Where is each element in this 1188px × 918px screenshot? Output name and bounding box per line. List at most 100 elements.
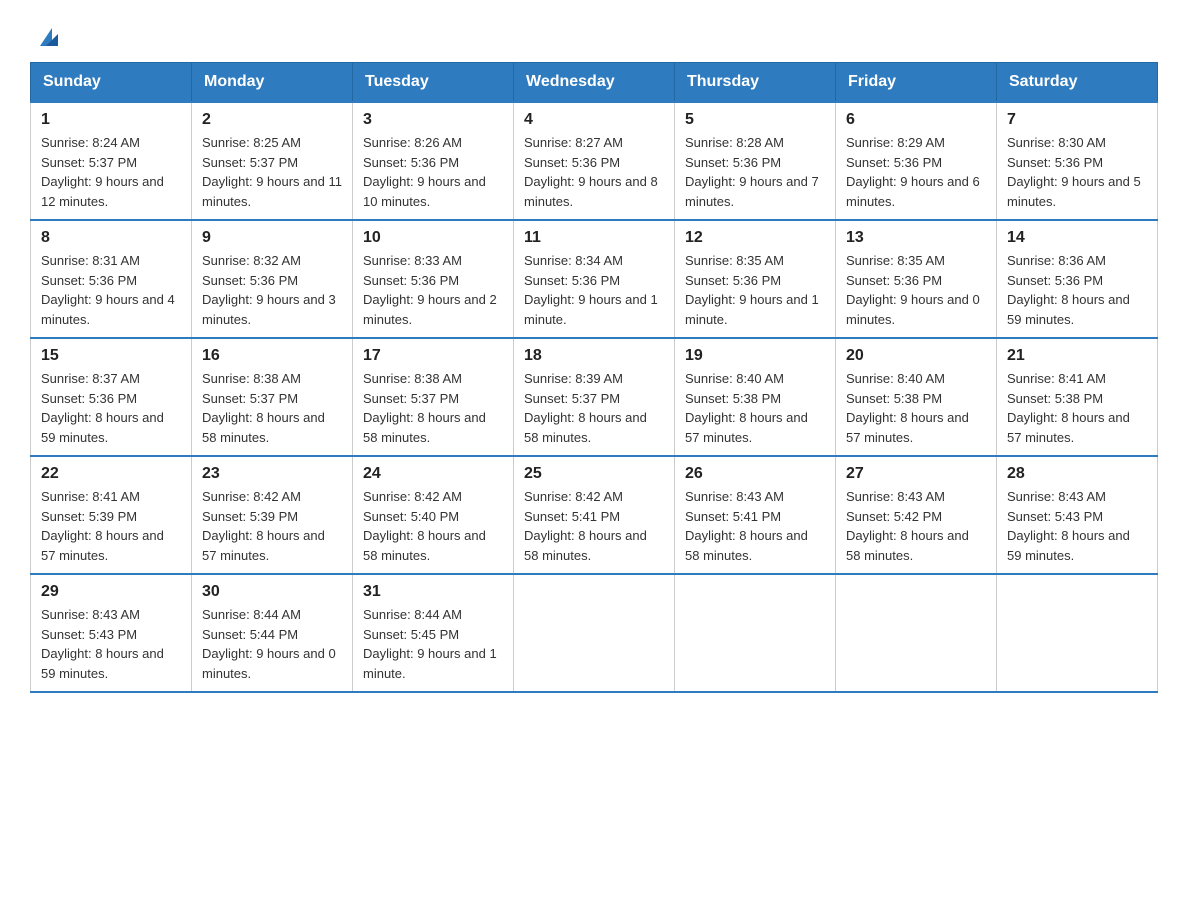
day-cell: 8 Sunrise: 8:31 AM Sunset: 5:36 PM Dayli… — [31, 220, 192, 338]
day-number: 22 — [41, 465, 181, 483]
sunset-label: Sunset: 5:38 PM — [1007, 391, 1103, 406]
day-info: Sunrise: 8:42 AM Sunset: 5:41 PM Dayligh… — [524, 487, 664, 565]
sunset-label: Sunset: 5:36 PM — [524, 273, 620, 288]
day-number: 24 — [363, 465, 503, 483]
day-number: 25 — [524, 465, 664, 483]
daylight-label: Daylight: 8 hours and 58 minutes. — [202, 410, 325, 445]
sunrise-label: Sunrise: 8:37 AM — [41, 371, 140, 386]
day-info: Sunrise: 8:31 AM Sunset: 5:36 PM Dayligh… — [41, 251, 181, 329]
sunrise-label: Sunrise: 8:28 AM — [685, 135, 784, 150]
day-number: 6 — [846, 111, 986, 129]
day-info: Sunrise: 8:25 AM Sunset: 5:37 PM Dayligh… — [202, 133, 342, 211]
day-info: Sunrise: 8:30 AM Sunset: 5:36 PM Dayligh… — [1007, 133, 1147, 211]
sunrise-label: Sunrise: 8:39 AM — [524, 371, 623, 386]
day-info: Sunrise: 8:35 AM Sunset: 5:36 PM Dayligh… — [685, 251, 825, 329]
week-row-3: 15 Sunrise: 8:37 AM Sunset: 5:36 PM Dayl… — [31, 338, 1158, 456]
day-info: Sunrise: 8:41 AM Sunset: 5:39 PM Dayligh… — [41, 487, 181, 565]
sunrise-label: Sunrise: 8:42 AM — [202, 489, 301, 504]
day-info: Sunrise: 8:43 AM Sunset: 5:43 PM Dayligh… — [1007, 487, 1147, 565]
day-info: Sunrise: 8:27 AM Sunset: 5:36 PM Dayligh… — [524, 133, 664, 211]
day-cell: 24 Sunrise: 8:42 AM Sunset: 5:40 PM Dayl… — [353, 456, 514, 574]
column-header-wednesday: Wednesday — [514, 63, 675, 103]
day-info: Sunrise: 8:24 AM Sunset: 5:37 PM Dayligh… — [41, 133, 181, 211]
sunset-label: Sunset: 5:40 PM — [363, 509, 459, 524]
daylight-label: Daylight: 8 hours and 57 minutes. — [41, 528, 164, 563]
sunrise-label: Sunrise: 8:27 AM — [524, 135, 623, 150]
day-number: 29 — [41, 583, 181, 601]
day-cell: 1 Sunrise: 8:24 AM Sunset: 5:37 PM Dayli… — [31, 102, 192, 220]
day-number: 23 — [202, 465, 342, 483]
sunset-label: Sunset: 5:36 PM — [685, 155, 781, 170]
day-cell: 18 Sunrise: 8:39 AM Sunset: 5:37 PM Dayl… — [514, 338, 675, 456]
day-cell: 6 Sunrise: 8:29 AM Sunset: 5:36 PM Dayli… — [836, 102, 997, 220]
day-info: Sunrise: 8:43 AM Sunset: 5:43 PM Dayligh… — [41, 605, 181, 683]
day-number: 28 — [1007, 465, 1147, 483]
sunset-label: Sunset: 5:43 PM — [41, 627, 137, 642]
day-cell: 4 Sunrise: 8:27 AM Sunset: 5:36 PM Dayli… — [514, 102, 675, 220]
daylight-label: Daylight: 9 hours and 0 minutes. — [846, 292, 980, 327]
day-info: Sunrise: 8:40 AM Sunset: 5:38 PM Dayligh… — [846, 369, 986, 447]
sunset-label: Sunset: 5:42 PM — [846, 509, 942, 524]
sunrise-label: Sunrise: 8:30 AM — [1007, 135, 1106, 150]
logo-icon — [32, 20, 66, 54]
sunrise-label: Sunrise: 8:41 AM — [1007, 371, 1106, 386]
day-info: Sunrise: 8:42 AM Sunset: 5:40 PM Dayligh… — [363, 487, 503, 565]
sunrise-label: Sunrise: 8:42 AM — [363, 489, 462, 504]
calendar-table: SundayMondayTuesdayWednesdayThursdayFrid… — [30, 62, 1158, 693]
daylight-label: Daylight: 8 hours and 57 minutes. — [1007, 410, 1130, 445]
day-number: 31 — [363, 583, 503, 601]
day-info: Sunrise: 8:38 AM Sunset: 5:37 PM Dayligh… — [363, 369, 503, 447]
day-cell: 2 Sunrise: 8:25 AM Sunset: 5:37 PM Dayli… — [192, 102, 353, 220]
daylight-label: Daylight: 9 hours and 6 minutes. — [846, 174, 980, 209]
day-number: 12 — [685, 229, 825, 247]
sunset-label: Sunset: 5:36 PM — [524, 155, 620, 170]
day-info: Sunrise: 8:33 AM Sunset: 5:36 PM Dayligh… — [363, 251, 503, 329]
day-number: 2 — [202, 111, 342, 129]
column-header-saturday: Saturday — [997, 63, 1158, 103]
sunrise-label: Sunrise: 8:40 AM — [685, 371, 784, 386]
sunset-label: Sunset: 5:39 PM — [41, 509, 137, 524]
sunset-label: Sunset: 5:41 PM — [685, 509, 781, 524]
calendar-header-row: SundayMondayTuesdayWednesdayThursdayFrid… — [31, 63, 1158, 103]
day-cell: 19 Sunrise: 8:40 AM Sunset: 5:38 PM Dayl… — [675, 338, 836, 456]
day-number: 13 — [846, 229, 986, 247]
daylight-label: Daylight: 9 hours and 1 minute. — [363, 646, 497, 681]
sunrise-label: Sunrise: 8:26 AM — [363, 135, 462, 150]
day-number: 14 — [1007, 229, 1147, 247]
sunset-label: Sunset: 5:36 PM — [41, 391, 137, 406]
day-number: 8 — [41, 229, 181, 247]
column-header-thursday: Thursday — [675, 63, 836, 103]
sunset-label: Sunset: 5:36 PM — [41, 273, 137, 288]
sunrise-label: Sunrise: 8:38 AM — [363, 371, 462, 386]
day-cell: 31 Sunrise: 8:44 AM Sunset: 5:45 PM Dayl… — [353, 574, 514, 692]
daylight-label: Daylight: 9 hours and 0 minutes. — [202, 646, 336, 681]
sunrise-label: Sunrise: 8:42 AM — [524, 489, 623, 504]
daylight-label: Daylight: 9 hours and 2 minutes. — [363, 292, 497, 327]
week-row-2: 8 Sunrise: 8:31 AM Sunset: 5:36 PM Dayli… — [31, 220, 1158, 338]
day-info: Sunrise: 8:34 AM Sunset: 5:36 PM Dayligh… — [524, 251, 664, 329]
daylight-label: Daylight: 9 hours and 1 minute. — [524, 292, 658, 327]
sunset-label: Sunset: 5:36 PM — [1007, 155, 1103, 170]
day-number: 9 — [202, 229, 342, 247]
daylight-label: Daylight: 8 hours and 57 minutes. — [846, 410, 969, 445]
week-row-5: 29 Sunrise: 8:43 AM Sunset: 5:43 PM Dayl… — [31, 574, 1158, 692]
day-cell: 25 Sunrise: 8:42 AM Sunset: 5:41 PM Dayl… — [514, 456, 675, 574]
day-cell — [997, 574, 1158, 692]
day-number: 4 — [524, 111, 664, 129]
page-header — [30, 20, 1158, 46]
day-info: Sunrise: 8:38 AM Sunset: 5:37 PM Dayligh… — [202, 369, 342, 447]
day-number: 21 — [1007, 347, 1147, 365]
daylight-label: Daylight: 9 hours and 1 minute. — [685, 292, 819, 327]
day-number: 1 — [41, 111, 181, 129]
logo — [30, 20, 66, 46]
daylight-label: Daylight: 8 hours and 59 minutes. — [41, 646, 164, 681]
daylight-label: Daylight: 9 hours and 8 minutes. — [524, 174, 658, 209]
sunset-label: Sunset: 5:38 PM — [846, 391, 942, 406]
daylight-label: Daylight: 8 hours and 57 minutes. — [202, 528, 325, 563]
sunrise-label: Sunrise: 8:25 AM — [202, 135, 301, 150]
day-info: Sunrise: 8:32 AM Sunset: 5:36 PM Dayligh… — [202, 251, 342, 329]
day-info: Sunrise: 8:36 AM Sunset: 5:36 PM Dayligh… — [1007, 251, 1147, 329]
sunset-label: Sunset: 5:36 PM — [363, 155, 459, 170]
sunset-label: Sunset: 5:37 PM — [202, 155, 298, 170]
sunrise-label: Sunrise: 8:43 AM — [846, 489, 945, 504]
